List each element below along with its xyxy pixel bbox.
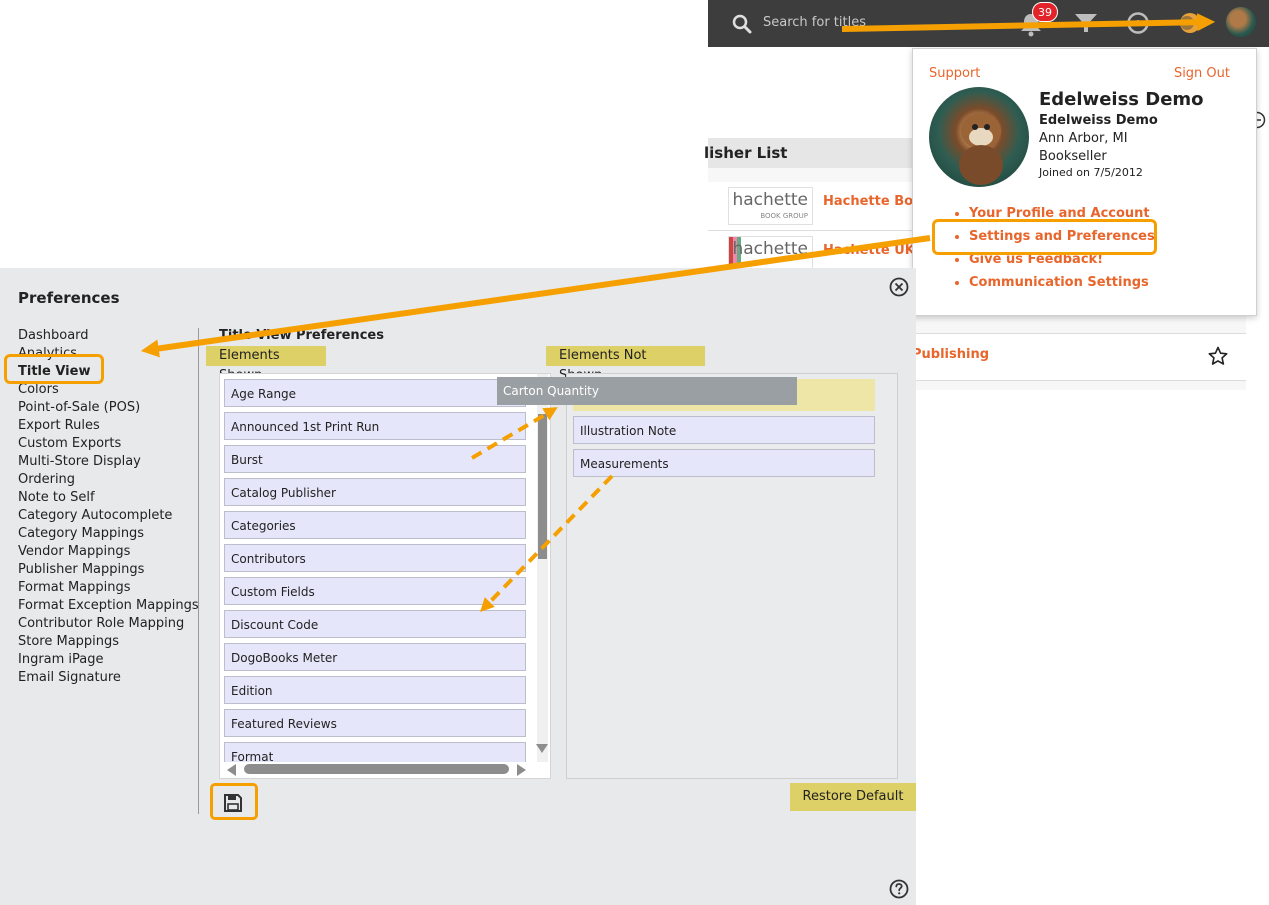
profile-joined-date: Joined on 7/5/2012 — [1039, 166, 1143, 179]
nav-item-format-mappings[interactable]: Format Mappings — [18, 580, 199, 598]
scroll-down-icon[interactable] — [536, 744, 548, 754]
nav-item-multi-store-display[interactable]: Multi-Store Display — [18, 454, 199, 472]
profile-organization: Edelweiss Demo — [1039, 113, 1158, 128]
nav-item-pos[interactable]: Point-of-Sale (POS) — [18, 400, 199, 418]
avatar[interactable] — [1226, 7, 1256, 37]
star-icon[interactable] — [1208, 346, 1228, 366]
list-item[interactable]: Featured Reviews — [224, 709, 526, 737]
nav-item-category-autocomplete[interactable]: Category Autocomplete — [18, 508, 199, 526]
nav-item-contributor-role-mapping[interactable]: Contributor Role Mapping — [18, 616, 199, 634]
preferences-panel: Preferences Dashboard Analytics Title Vi… — [0, 268, 916, 905]
nav-item-export-rules[interactable]: Export Rules — [18, 418, 199, 436]
floppy-disk-icon — [224, 794, 242, 812]
list-item[interactable]: Burst — [224, 445, 526, 473]
publisher-list-title: lisher List — [704, 144, 788, 162]
dragging-list-item[interactable]: Carton Quantity — [497, 377, 797, 405]
publisher-logo-text: hachette — [732, 239, 808, 259]
list-item[interactable]: Age Range — [224, 379, 526, 407]
publisher-logo: hachette BOOK GROUP — [728, 187, 813, 225]
scroll-left-icon[interactable] — [226, 764, 236, 776]
profile-role: Bookseller — [1039, 149, 1107, 164]
list-item[interactable]: Categories — [224, 511, 526, 539]
publisher-row[interactable]: Publishing — [912, 333, 1246, 381]
profile-location: Ann Arbor, MI — [1039, 131, 1128, 146]
nav-item-note-to-self[interactable]: Note to Self — [18, 490, 199, 508]
nav-item-custom-exports[interactable]: Custom Exports — [18, 436, 199, 454]
publisher-link[interactable]: Publishing — [912, 347, 989, 362]
list-item[interactable]: Illustration Note — [573, 416, 875, 444]
nav-item-email-signature[interactable]: Email Signature — [18, 670, 199, 688]
preferences-title: Preferences — [18, 289, 120, 307]
nav-item-publisher-mappings[interactable]: Publisher Mappings — [18, 562, 199, 580]
monkey-photo-icon — [959, 113, 1003, 185]
restore-default-button[interactable]: Restore Default — [790, 783, 916, 811]
section-title: Title View Preferences — [219, 328, 384, 343]
publisher-logo-text: hachette — [732, 190, 808, 210]
list-item[interactable]: Discount Code — [224, 610, 526, 638]
nav-item-colors[interactable]: Colors — [18, 382, 199, 400]
elements-shown-list[interactable]: Age Range Announced 1st Print Run Burst … — [219, 373, 551, 779]
settings-highlight — [932, 219, 1157, 255]
nav-item-format-exception-mappings[interactable]: Format Exception Mappings — [18, 598, 199, 616]
list-item[interactable]: Contributors — [224, 544, 526, 572]
nav-item-dashboard[interactable]: Dashboard — [18, 328, 199, 346]
nav-divider — [198, 328, 199, 814]
list-item[interactable]: Measurements — [573, 449, 875, 477]
close-icon[interactable] — [889, 277, 909, 297]
vertical-scroll-thumb[interactable] — [538, 414, 547, 559]
publisher-logo-sub: BOOK GROUP — [760, 212, 808, 220]
list-item[interactable]: DogoBooks Meter — [224, 643, 526, 671]
list-item[interactable]: Edition — [224, 676, 526, 704]
search-input[interactable]: Search for titles — [763, 15, 866, 30]
list-item[interactable]: Announced 1st Print Run — [224, 412, 526, 440]
filter-icon[interactable] — [1074, 12, 1098, 34]
orange-circle-icon[interactable] — [1178, 11, 1202, 35]
list-item[interactable]: Catalog Publisher — [224, 478, 526, 506]
profile-photo — [929, 87, 1029, 187]
elements-not-shown-label: Elements Not Shown — [546, 346, 705, 383]
profile-dropdown: Support Sign Out Edelweiss Demo Edelweis… — [912, 48, 1257, 316]
scroll-right-icon[interactable] — [517, 764, 527, 776]
title-view-highlight — [4, 354, 104, 384]
nav-item-ingram-ipage[interactable]: Ingram iPage — [18, 652, 199, 670]
profile-name: Edelweiss Demo — [1039, 89, 1204, 110]
support-link[interactable]: Support — [929, 66, 980, 81]
top-bar: Search for titles 39 — [708, 0, 1269, 47]
menu-item-communication-settings[interactable]: Communication Settings — [969, 274, 1155, 297]
sign-out-link[interactable]: Sign Out — [1174, 66, 1230, 81]
elements-not-shown-list[interactable]: Illustration Note Measurements — [566, 373, 898, 779]
horizontal-scroll-thumb[interactable] — [244, 764, 509, 774]
circle-icon[interactable] — [1126, 11, 1150, 35]
elements-shown-label: Elements Shown — [206, 346, 326, 383]
notification-badge[interactable]: 39 — [1032, 2, 1058, 22]
nav-item-vendor-mappings[interactable]: Vendor Mappings — [18, 544, 199, 562]
list-item[interactable]: Custom Fields — [224, 577, 526, 605]
help-icon[interactable] — [889, 879, 909, 899]
nav-item-ordering[interactable]: Ordering — [18, 472, 199, 490]
nav-item-category-mappings[interactable]: Category Mappings — [18, 526, 199, 544]
nav-item-store-mappings[interactable]: Store Mappings — [18, 634, 199, 652]
save-button[interactable] — [210, 783, 258, 820]
search-icon[interactable] — [730, 12, 754, 36]
